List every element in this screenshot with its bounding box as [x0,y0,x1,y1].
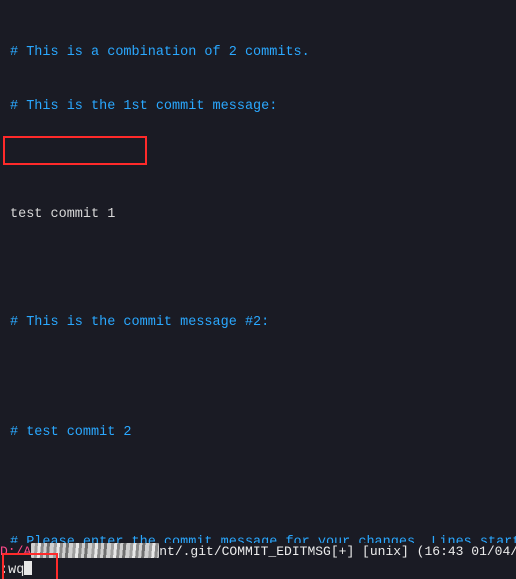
blank-line [10,368,516,386]
commit-subject-1: test commit 1 [10,206,516,224]
comment-line: # This is the 1st commit message: [10,98,516,116]
blank-line [10,480,516,498]
commit-subject-2: # test commit 2 [6,422,136,444]
redacted-blob [31,543,159,558]
comment-line: # This is the commit message #2: [10,314,516,332]
blank-line [10,260,516,278]
vim-buffer[interactable]: # This is a combination of 2 commits. # … [0,0,516,579]
command-text: :wq [0,563,24,578]
vim-command-line[interactable]: :wq [0,561,516,579]
cursor-block [24,561,32,575]
blank-line [10,152,516,170]
status-path-start: D:/A [0,544,31,559]
vim-status-line: D:/A nt/.git/COMMIT_EDITMSG[+] [unix] (16… [0,543,516,561]
status-path-end: nt/.git/COMMIT_EDITMSG[+] [unix] (16:43 … [159,544,516,559]
comment-line: # This is a combination of 2 commits. [10,44,516,62]
